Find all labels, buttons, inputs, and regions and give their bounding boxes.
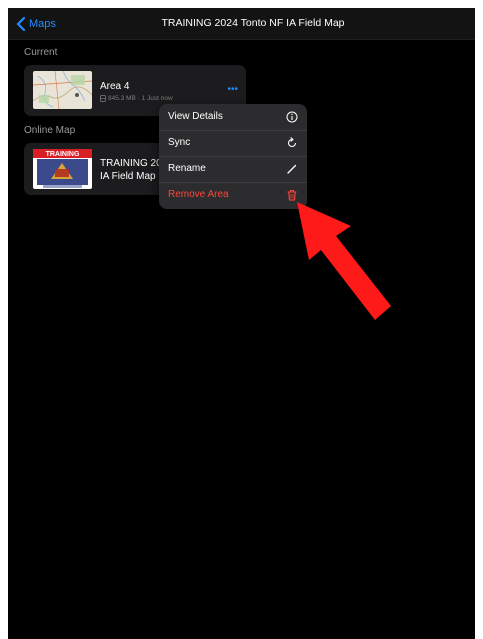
area-name: Area 4: [100, 81, 130, 92]
page-title: TRAINING 2024 Tonto NF IA Field Map: [161, 17, 345, 29]
menu-item-label: Sync: [168, 137, 191, 148]
pencil-icon: [287, 164, 297, 174]
area-meta-text: 845.3 MB · 1⁠ Just now: [108, 95, 173, 102]
menu-item-label: View Details: [168, 111, 223, 122]
online-map-thumbnail: TRAINING: [33, 149, 92, 189]
back-button[interactable]: Maps: [16, 14, 56, 34]
section-label-current: Current: [24, 47, 58, 58]
info-icon: [286, 111, 298, 123]
back-button-label: Maps: [29, 18, 56, 30]
chevron-left-icon: [16, 17, 26, 31]
context-menu: View Details Sync Rename Remove Area: [159, 104, 307, 209]
menu-item-label: Rename: [168, 163, 206, 174]
menu-item-rename[interactable]: Rename: [159, 156, 307, 183]
storage-icon: [100, 95, 106, 102]
menu-item-view-details[interactable]: View Details: [159, 104, 307, 131]
annotation-arrow-icon: [297, 202, 391, 320]
menu-item-remove-area[interactable]: Remove Area: [159, 182, 307, 209]
section-label-online-map: Online Map: [24, 125, 76, 136]
thumb-banner-text: TRAINING: [46, 151, 80, 158]
menu-item-label: Remove Area: [168, 189, 229, 200]
online-map-title-line1: TRAINING 20: [100, 158, 162, 169]
area-meta: 845.3 MB · 1⁠ Just now: [100, 95, 173, 102]
area-map-thumbnail: [33, 71, 92, 109]
more-options-button[interactable]: •••: [227, 85, 238, 95]
navigation-bar: Maps TRAINING 2024 Tonto NF IA Field Map: [8, 8, 475, 40]
app-screen: Maps TRAINING 2024 Tonto NF IA Field Map…: [8, 8, 475, 639]
sync-icon: [287, 137, 297, 148]
menu-item-sync[interactable]: Sync: [159, 130, 307, 157]
online-map-title-line2: IA Field Map: [100, 171, 156, 182]
